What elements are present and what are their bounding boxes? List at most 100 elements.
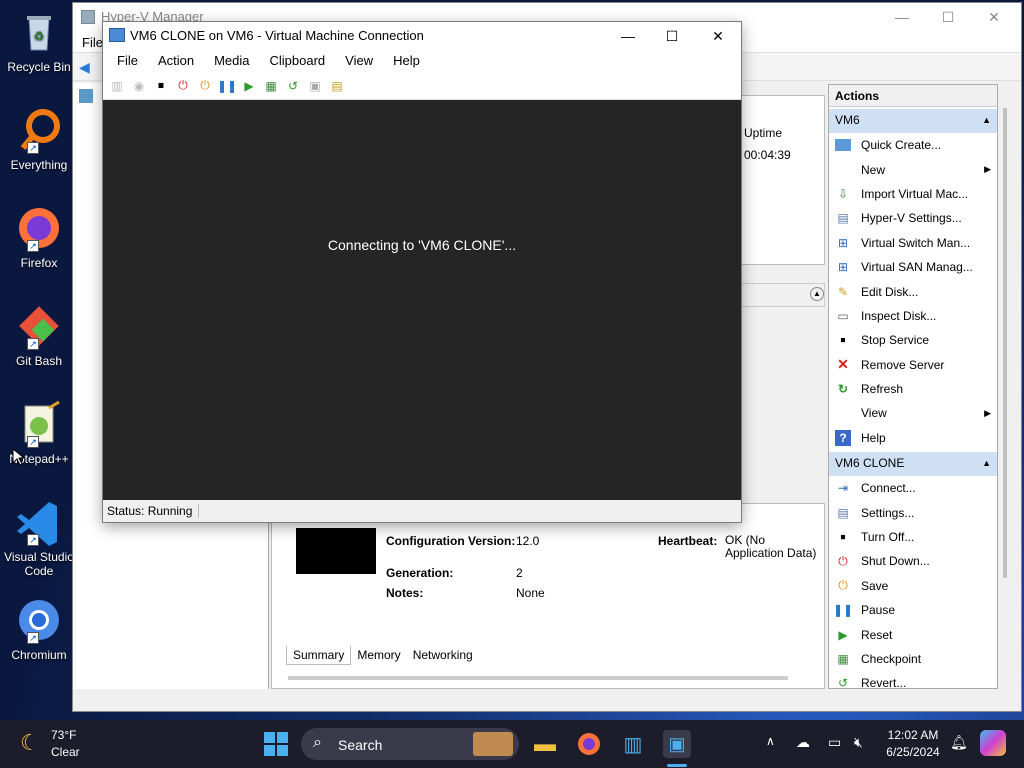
weather-temp[interactable]: 73°F (51, 728, 76, 742)
uptime-column-header[interactable]: Uptime (744, 126, 782, 140)
close-button[interactable]: ✕ (971, 3, 1017, 31)
refresh-icon: ↻ (837, 382, 849, 397)
back-arrow-icon[interactable]: ◀ (79, 59, 90, 76)
show-hidden-icons-icon[interactable]: ∧ (766, 734, 775, 748)
vm-screen[interactable]: Connecting to 'VM6 CLONE'... (103, 100, 741, 500)
desktop-icon-everything[interactable]: ↗ Everything (0, 106, 78, 172)
tab-summary[interactable]: Summary (286, 646, 352, 665)
clock-time[interactable]: 12:02 AM (880, 728, 946, 742)
action-remove-server[interactable]: ✕ Remove Server (829, 353, 997, 377)
vmc-minimize-button[interactable]: — (605, 22, 651, 50)
action-stop-service[interactable]: ⏹ Stop Service (829, 328, 997, 352)
checkpoint-icon[interactable]: ▦ (263, 78, 279, 94)
display-icon[interactable]: ▭ (828, 734, 841, 751)
collapse-up-icon[interactable]: ▲ (982, 115, 991, 125)
menu-media[interactable]: Media (214, 50, 249, 72)
vm-status-text: Status: Running (107, 504, 200, 518)
desktop-icon-vscode[interactable]: ↗ Visual Studio Code (0, 498, 78, 578)
shortcut-arrow-icon: ↗ (27, 338, 39, 350)
turn-off-icon[interactable]: ⏹ (153, 78, 169, 94)
revert-icon[interactable]: ↺ (285, 78, 301, 94)
action-pause[interactable]: ❚❚ Pause (829, 598, 997, 622)
action-shut-down[interactable]: ⏻ Shut Down... (829, 549, 997, 573)
copilot-icon[interactable] (980, 730, 1006, 756)
action-import-vm[interactable]: ⇩ Import Virtual Mac... (829, 182, 997, 206)
shortcut-arrow-icon: ↗ (27, 436, 39, 448)
menu-file[interactable]: File (117, 50, 138, 72)
maximize-button[interactable]: ☐ (925, 3, 971, 31)
pause-icon[interactable]: ❚❚ (217, 78, 237, 94)
resume-icon[interactable]: ▶ (241, 78, 257, 94)
action-refresh[interactable]: ↻ Refresh (829, 377, 997, 401)
volume-muted-icon[interactable]: 🔇︎ (854, 734, 863, 751)
notepadpp-icon (24, 400, 60, 443)
details-tabs: Summary Memory Networking (286, 646, 479, 665)
desktop-icon-label: Everything (10, 158, 68, 172)
tab-networking[interactable]: Networking (407, 646, 479, 665)
desktop-icon-git-bash[interactable]: ↗ Git Bash (0, 302, 78, 368)
menu-view[interactable]: View (345, 50, 373, 72)
action-revert[interactable]: ↺ Revert... (829, 671, 997, 688)
collapse-icon[interactable]: ▲ (810, 287, 824, 301)
desktop-icon-firefox[interactable]: ↗ Firefox (0, 204, 78, 270)
windows-start-icon[interactable] (263, 732, 289, 756)
action-edit-disk[interactable]: ✎ Edit Disk... (829, 279, 997, 303)
action-virtual-san[interactable]: ⊞ Virtual SAN Manag... (829, 255, 997, 279)
remove-x-icon: ✕ (837, 356, 849, 373)
action-checkpoint[interactable]: ▦ Checkpoint (829, 647, 997, 671)
firefox-icon (19, 208, 59, 248)
vmc-close-button[interactable]: ✕ (695, 22, 741, 50)
action-view[interactable]: View ▶ (829, 401, 997, 425)
action-hyperv-settings[interactable]: ▤ Hyper-V Settings... (829, 206, 997, 230)
menu-action[interactable]: Action (158, 50, 194, 72)
action-virtual-switch[interactable]: ⊞ Virtual Switch Man... (829, 231, 997, 255)
taskbar-search-box[interactable]: ⌕ Search (301, 728, 519, 760)
stop-icon: ⏹ (840, 334, 846, 346)
tab-memory[interactable]: Memory (351, 646, 406, 665)
vscode-icon (17, 502, 57, 546)
horizontal-scrollbar[interactable] (288, 676, 788, 680)
desktop-icon-recycle-bin[interactable]: ♻ Recycle Bin (0, 8, 78, 74)
firefox-taskbar-icon[interactable] (575, 730, 603, 758)
actions-section-vm6-clone[interactable]: VM6 CLONE ▲ (829, 452, 997, 477)
desktop-icon-chromium[interactable]: ↗ Chromium (0, 596, 78, 662)
shortcut-arrow-icon: ↗ (27, 240, 39, 252)
ctrl-alt-del-icon[interactable]: ▥ (109, 78, 125, 94)
file-explorer-icon[interactable]: ▬ (531, 730, 559, 758)
actions-section-vm6[interactable]: VM6 ▲ (829, 109, 997, 133)
notification-bell-icon[interactable]: 🔔︎ (950, 734, 968, 751)
clock-date[interactable]: 6/25/2024 (880, 745, 946, 759)
action-save[interactable]: ⏻ Save (829, 574, 997, 598)
vmc-menu-bar: File Action Media Clipboard View Help (103, 50, 741, 72)
enhanced-session-icon[interactable]: ▣ (307, 78, 323, 94)
moon-weather-icon[interactable]: ☾ (20, 730, 40, 756)
start-icon[interactable]: ◉ (131, 78, 147, 94)
action-turn-off[interactable]: ⏹ Turn Off... (829, 525, 997, 549)
share-icon[interactable]: ▤ (329, 78, 345, 94)
action-new[interactable]: New ▶ (829, 157, 997, 181)
shutdown-icon[interactable]: ⏻ (175, 78, 191, 94)
app-taskbar-icon[interactable]: ▥ (619, 730, 647, 758)
vm-connection-taskbar-icon[interactable]: ▣ (663, 730, 691, 758)
action-connect[interactable]: ⇥ Connect... (829, 476, 997, 500)
action-reset[interactable]: ▶ Reset (829, 622, 997, 646)
network-disconnected-icon[interactable]: ☁ (796, 734, 810, 751)
save-icon[interactable]: ⏻ (197, 78, 213, 94)
menu-help[interactable]: Help (393, 50, 420, 72)
vmc-maximize-button[interactable]: ☐ (649, 22, 695, 50)
actions-scrollbar[interactable] (1003, 108, 1007, 578)
hyperv-app-icon (81, 10, 95, 24)
action-inspect-disk[interactable]: ▭ Inspect Disk... (829, 304, 997, 328)
vm-uptime-value: 00:04:39 (744, 148, 791, 162)
vmc-title: VM6 CLONE on VM6 - Virtual Machine Conne… (130, 28, 424, 43)
search-highlight-image (473, 732, 513, 756)
menu-clipboard[interactable]: Clipboard (270, 50, 326, 72)
hyperv-tree-icon[interactable] (79, 89, 93, 103)
collapse-up-icon[interactable]: ▲ (982, 458, 991, 468)
hyperv-menu-file[interactable]: File (82, 35, 103, 50)
action-settings[interactable]: ▤ Settings... (829, 500, 997, 524)
weather-condition[interactable]: Clear (51, 745, 80, 759)
action-quick-create[interactable]: Quick Create... (829, 133, 997, 157)
minimize-button[interactable]: — (879, 3, 925, 31)
action-help[interactable]: ? Help (829, 426, 997, 450)
